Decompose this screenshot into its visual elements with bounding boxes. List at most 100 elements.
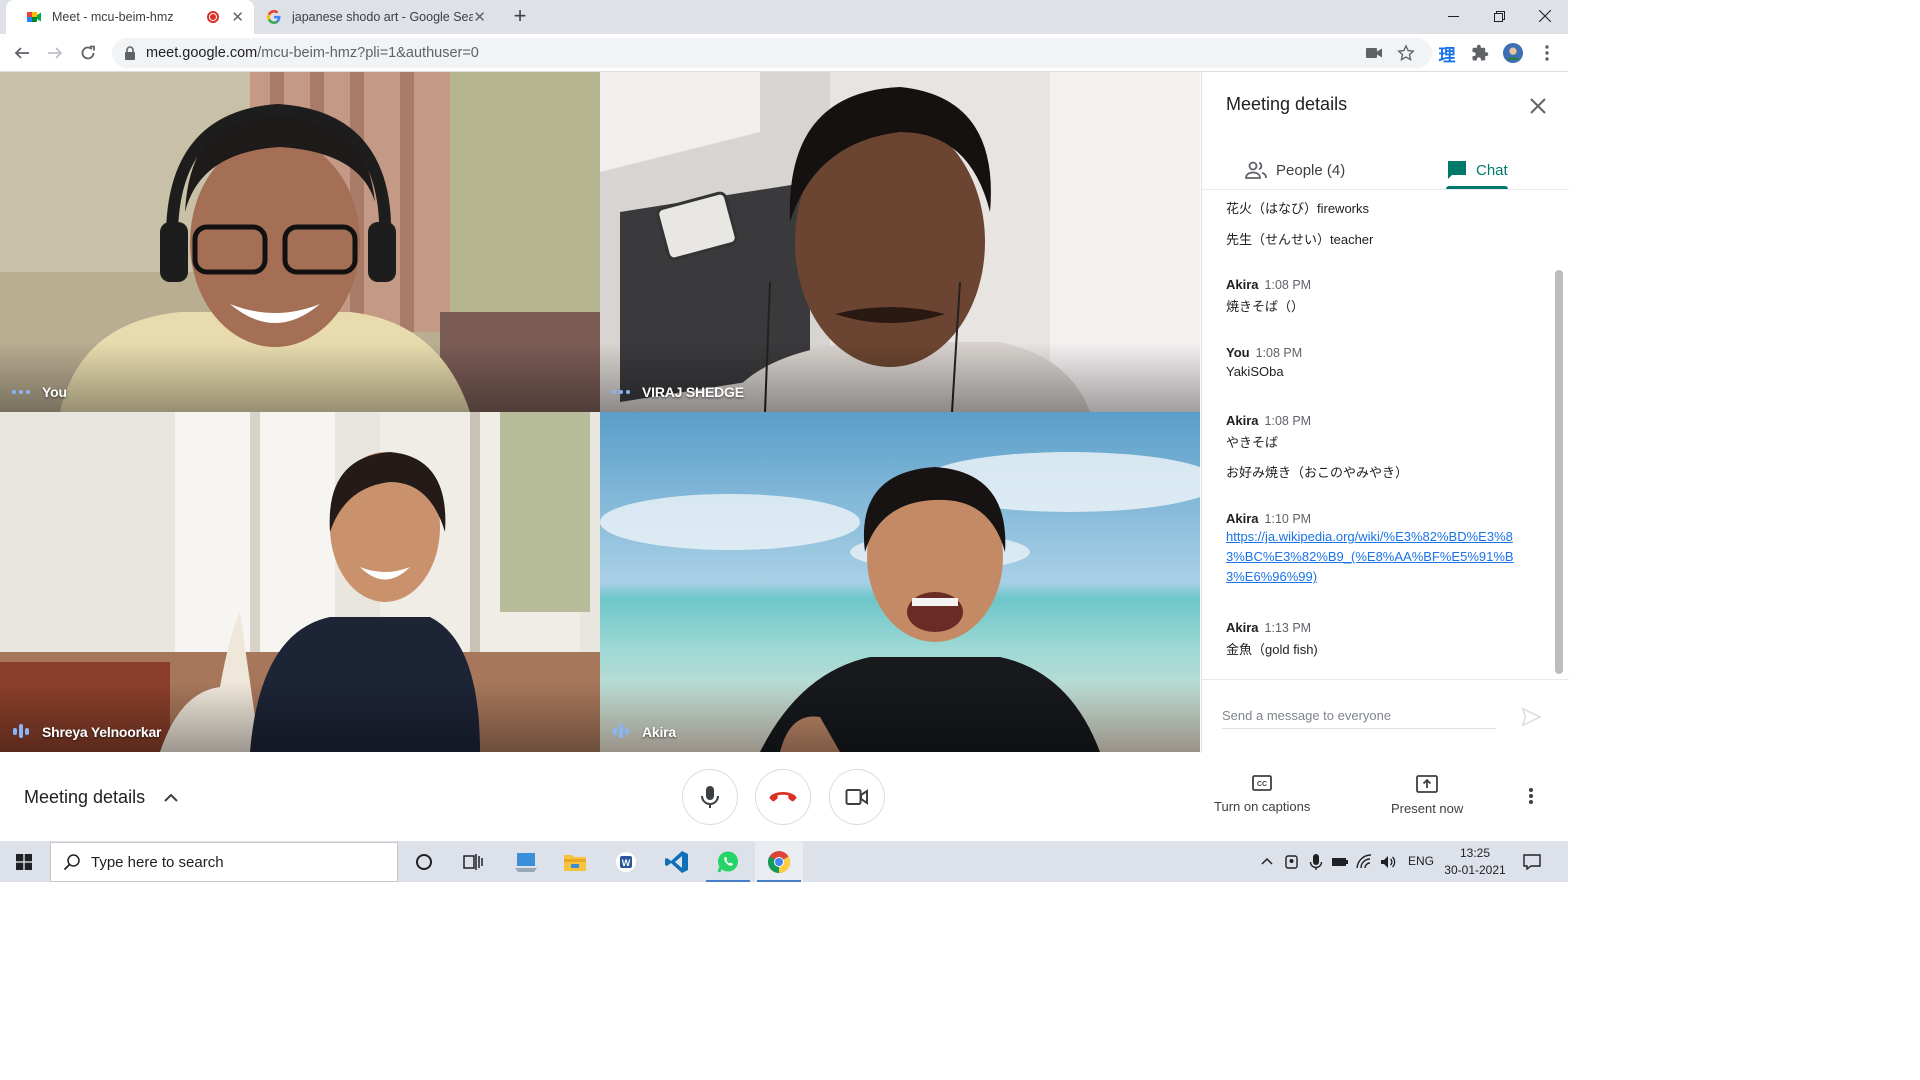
chat-icon [1448,161,1466,179]
close-window-button[interactable] [1522,0,1568,32]
name-gradient [600,682,1200,752]
taskbar-app-file-explorer[interactable] [551,841,599,882]
name-gradient [0,682,600,752]
input-language[interactable]: ENG [1408,854,1434,868]
taskbar-app-pc[interactable] [502,841,550,882]
tab-people[interactable]: People (4) [1244,150,1345,190]
tab-title: japanese shodo art - Google Sea [292,10,474,24]
folder-icon [564,854,586,871]
notifications-icon[interactable] [1522,852,1542,872]
svg-text:W: W [622,858,631,868]
system-clock[interactable]: 13:25 30-01-2021 [1444,845,1506,879]
url-host: meet.google.com [146,45,258,61]
message-sender: You [1226,345,1250,360]
video-tile-viraj[interactable]: VIRAJ SHEDGE [600,72,1200,412]
meeting-details-toggle[interactable]: Meeting details [24,787,145,808]
taskbar-app-vscode[interactable] [653,841,701,882]
hang-up-icon [769,792,797,802]
close-tab-icon[interactable]: ✕ [231,8,244,26]
task-view-button[interactable] [449,841,497,882]
taskbar-app-word[interactable]: W [602,841,650,882]
present-now-button[interactable]: Present now [1391,775,1463,816]
message-text: YakiSOba [1226,364,1284,379]
profile-avatar[interactable] [1503,43,1523,63]
cortana-button[interactable] [400,841,448,882]
chat-message-list: 花火（はなび）fireworks 先生（せんせい）teacher Akira 1:… [1226,190,1536,680]
video-tile-akira[interactable]: Akira [600,412,1200,752]
people-icon [1245,161,1267,179]
name-gradient [0,342,600,412]
extensions-puzzle-icon[interactable] [1470,43,1490,63]
new-tab-button[interactable]: + [508,3,532,28]
webcam-in-use-icon[interactable] [1283,853,1301,871]
browser-toolbar: meet.google.com/mcu-beim-hmz?pli=1&authu… [0,34,1568,72]
microphone-in-use-icon[interactable] [1307,853,1325,871]
present-label: Present now [1391,801,1464,816]
address-bar[interactable]: meet.google.com/mcu-beim-hmz?pli=1&authu… [112,38,1432,68]
tab-google-search[interactable]: japanese shodo art - Google Sea ✕ [256,0,496,34]
more-options-icon[interactable] [12,390,30,394]
task-view-icon [463,853,483,870]
minimize-button[interactable] [1430,0,1476,32]
tab-title: Meet - mcu-beim-hmz [52,10,174,24]
microphone-icon [701,786,719,808]
camera-button[interactable] [829,769,885,825]
video-tile-shreya[interactable]: Shreya Yelnoorkar [0,412,600,752]
closed-captions-icon: CC [1252,775,1273,791]
more-options-icon[interactable] [612,390,630,394]
meeting-controls-bar: Meeting details CC Turn on captions Pres… [0,753,1568,841]
translate-extension-icon[interactable]: 理 [1437,43,1457,65]
close-icon [1539,10,1551,22]
start-button[interactable] [0,841,48,882]
clock-time: 13:25 [1459,846,1491,860]
send-icon[interactable] [1520,706,1542,728]
message-time: 1:08 PM [1264,278,1312,292]
battery-icon[interactable] [1331,853,1349,871]
message-text: 焼きそば（） [1226,299,1305,314]
url-path: /mcu-beim-hmz?pli=1&authuser=0 [257,45,479,61]
name-gradient [600,342,1200,412]
bookmark-star-icon[interactable] [1396,43,1416,63]
reload-button[interactable] [74,39,102,67]
taskbar-app-chrome[interactable] [755,841,803,882]
taskbar-search-input[interactable]: Type here to search [50,842,398,882]
message-header: Akira 1:13 PM [1226,620,1311,635]
captions-button[interactable]: CC Turn on captions [1214,775,1310,814]
windows-taskbar: Type here to search W ENG 13:25 30-01-20… [0,841,1568,882]
message-sender: Akira [1226,277,1259,292]
volume-icon[interactable] [1379,853,1397,871]
present-screen-icon [1416,775,1439,793]
tab-meet[interactable]: Meet - mcu-beim-hmz ✕ [6,0,254,34]
word-app-icon: W [616,851,636,872]
video-tile-you[interactable]: You [0,72,600,412]
tab-chat[interactable]: Chat [1446,150,1508,190]
taskbar-app-whatsapp[interactable] [704,841,752,882]
camera-in-use-icon[interactable] [1364,43,1384,63]
message-text: 先生（せんせい）teacher [1226,232,1374,247]
close-icon[interactable] [1526,94,1550,118]
more-options-icon[interactable] [1528,787,1534,805]
participant-name: You [42,384,67,400]
back-button[interactable] [8,39,36,67]
meeting-details-panel: Meeting details People (4) Chat 花火（はなび）f… [1201,72,1569,753]
message-time: 1:08 PM [1255,346,1303,360]
message-time: 1:10 PM [1264,512,1312,526]
arrow-left-icon [14,47,29,59]
microphone-button[interactable] [682,769,738,825]
maximize-button[interactable] [1476,0,1522,32]
browser-menu-icon[interactable] [1537,43,1557,63]
forward-button[interactable] [41,39,69,67]
restore-icon [1493,10,1505,22]
message-text: 金魚（gold fish) [1226,642,1318,657]
recording-icon [207,11,220,23]
message-time: 1:08 PM [1264,414,1312,428]
wifi-icon[interactable] [1355,853,1373,871]
leave-call-button[interactable] [755,769,811,825]
chat-message-input[interactable]: Send a message to everyone [1222,708,1391,723]
chevron-up-icon[interactable] [1258,853,1276,871]
message-link[interactable]: https://ja.wikipedia.org/wiki/%E3%82%BD%… [1226,527,1526,587]
chevron-up-icon[interactable] [162,789,180,807]
close-tab-icon[interactable]: ✕ [473,8,486,26]
chat-tab-label: Chat [1476,161,1508,179]
chat-scrollbar[interactable] [1555,270,1563,674]
